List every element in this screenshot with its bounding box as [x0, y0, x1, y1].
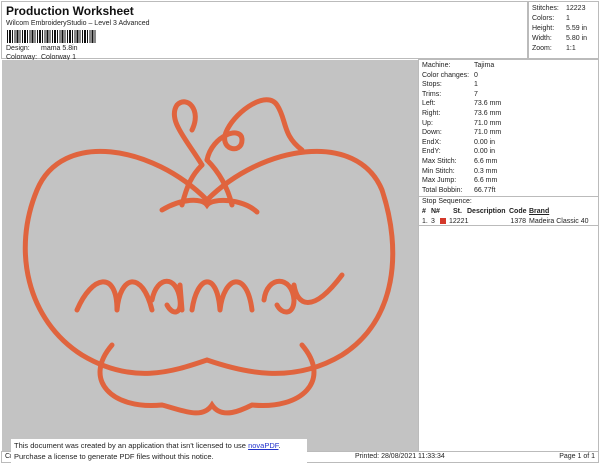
- machine-info-row: Stops: 1: [419, 80, 598, 90]
- info-label: Max Jump:: [422, 177, 457, 185]
- stat-label: Width:: [532, 35, 552, 42]
- stats-box: Stitches: 12223 Colors: 1 Height: 5.59 in W…: [528, 1, 599, 59]
- info-value: 71.0 mm: [474, 119, 502, 127]
- stat-label: Height:: [532, 25, 555, 32]
- stop-sequence: Stop Sequence: # N# St. Description Code Bran…: [419, 196, 598, 227]
- stat-value: 5.59 in: [566, 25, 588, 32]
- col-stitches: St.: [453, 207, 462, 215]
- machine-info-row: Up: 71.0 mm: [419, 119, 598, 129]
- printed-date: Printed: 28/08/2021 11:33:34: [355, 453, 445, 460]
- header: Production Worksheet Wilcom EmbroiderySt…: [1, 1, 528, 61]
- info-value: 0: [474, 71, 478, 79]
- info-label: EndY:: [422, 148, 441, 156]
- col-number: #: [422, 207, 426, 215]
- stat-row: Height: 5.59 in: [532, 24, 595, 34]
- info-value: 73.6 mm: [474, 109, 502, 117]
- machine-info-row: Total Bobbin: 66.77ft: [419, 186, 598, 196]
- col-needle: N#: [431, 207, 440, 215]
- info-label: Left:: [422, 100, 436, 108]
- info-value: 6.6 mm: [474, 177, 498, 185]
- stat-value: 1:1: [566, 45, 576, 52]
- row-brand: Madeira Classic 40: [529, 217, 589, 225]
- row-code: 1378: [510, 217, 526, 225]
- machine-info-row: EndY: 0.00 in: [419, 147, 598, 157]
- notice-text: This document was created by an applicat…: [14, 441, 249, 450]
- row-number: 1.: [422, 217, 428, 225]
- row-stitches: 12221: [449, 217, 469, 225]
- design-info: Design: mama 5.8in: [6, 45, 78, 52]
- machine-info-row: Machine: Tajima: [419, 61, 598, 71]
- pumpkin-embroidery: [22, 97, 396, 416]
- machine-info-row: Color changes: 0: [419, 71, 598, 81]
- machine-info-list: Machine: Tajima Color changes: 0 Stops: 1 Trim…: [419, 60, 598, 195]
- page-title: Production Worksheet: [6, 4, 134, 18]
- design-preview: [2, 60, 418, 451]
- machine-info-panel: Machine: Tajima Color changes: 0 Stops: 1 Trim…: [418, 59, 599, 452]
- color-swatch: [440, 217, 446, 224]
- info-label: Trims:: [422, 90, 442, 98]
- stat-row: Stitches: 12223: [532, 4, 595, 14]
- info-value: 66.77ft: [474, 186, 496, 194]
- info-label: Total Bobbin:: [422, 186, 463, 194]
- info-label: Max Stitch:: [422, 157, 457, 165]
- info-label: Down:: [422, 129, 442, 137]
- stat-label: Zoom:: [532, 45, 552, 52]
- col-description: Description: [467, 207, 506, 215]
- info-label: EndX:: [422, 138, 442, 146]
- row-needle: 3: [431, 217, 435, 225]
- col-code: Code: [509, 207, 527, 215]
- design-label: Design:: [6, 45, 30, 52]
- info-label: Machine:: [422, 62, 451, 69]
- stat-row: Colors: 1: [532, 14, 595, 24]
- notice-period: .: [278, 441, 281, 450]
- stat-value: 1: [566, 15, 570, 22]
- stop-sequence-header: # N# St. Description Code Brand: [419, 207, 598, 217]
- info-value: Tajima: [474, 62, 495, 69]
- machine-info-row: Right: 73.6 mm: [419, 109, 598, 119]
- info-label: Up:: [422, 119, 433, 127]
- stop-sequence-label: Stop Sequence:: [422, 198, 472, 206]
- col-brand: Brand: [529, 207, 550, 215]
- novapdf-link[interactable]: novaPDF: [248, 441, 278, 450]
- notice-text-2: Purchase a license to generate PDF files…: [14, 452, 214, 461]
- machine-info-row: Trims: 7: [419, 90, 598, 100]
- info-value: 0.3 mm: [474, 167, 498, 175]
- info-label: Right:: [422, 109, 441, 117]
- info-value: 7: [474, 90, 478, 98]
- stat-label: Colors:: [532, 15, 555, 22]
- page-number: Page 1 of 1: [559, 453, 595, 460]
- stat-value: 12223: [566, 5, 586, 12]
- info-label: Color changes:: [422, 71, 470, 79]
- info-value: 0.00 in: [474, 148, 496, 156]
- info-value: 71.0 mm: [474, 129, 502, 137]
- machine-info-row: EndX: 0.00 in: [419, 138, 598, 148]
- info-value: 73.6 mm: [474, 100, 502, 108]
- info-value: 6.6 mm: [474, 157, 498, 165]
- stat-label: Stitches:: [532, 5, 559, 12]
- stat-row: Width: 5.80 in: [532, 34, 595, 44]
- stat-value: 5.80 in: [566, 35, 588, 42]
- info-label: Min Stitch:: [422, 167, 455, 175]
- machine-info-row: Max Stitch: 6.6 mm: [419, 157, 598, 167]
- stat-row: Zoom: 1:1: [532, 44, 595, 54]
- info-value: 0.00 in: [474, 138, 496, 146]
- machine-info-row: Min Stitch: 0.3 mm: [419, 167, 598, 177]
- design-value: mama 5.8in: [41, 45, 78, 52]
- software-name: Wilcom EmbroideryStudio – Level 3 Advanc…: [6, 20, 150, 27]
- machine-info-row: Down: 71.0 mm: [419, 128, 598, 138]
- barcode: [7, 30, 97, 43]
- info-value: 1: [474, 81, 478, 89]
- machine-info-row: Left: 73.6 mm: [419, 99, 598, 109]
- table-row: 1. 3 12221 1378 Madeira Classic 40: [419, 217, 598, 227]
- machine-info-row: Max Jump: 6.6 mm: [419, 176, 598, 186]
- info-label: Stops:: [422, 81, 442, 89]
- license-notice: This document was created by an applicat…: [11, 439, 307, 463]
